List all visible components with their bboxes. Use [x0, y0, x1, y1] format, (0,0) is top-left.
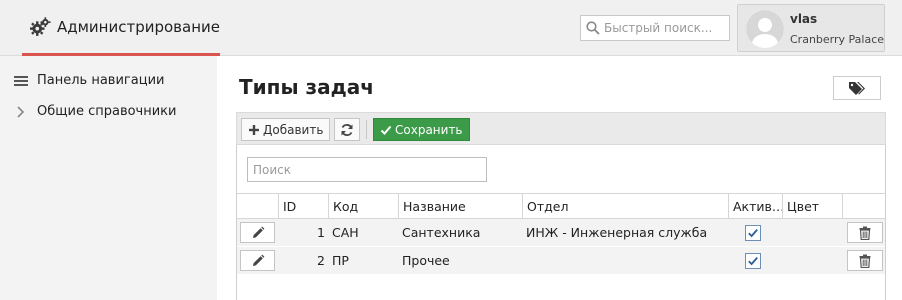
column-header-department[interactable]: Отдел: [522, 194, 728, 218]
cell-color: [786, 247, 842, 274]
column-header-color[interactable]: Цвет: [782, 194, 842, 218]
cell-id: 1: [317, 225, 325, 240]
column-header-actions: [237, 194, 278, 218]
cell-department: ИНЖ - Инженерная служба: [526, 225, 708, 240]
gears-icon: [30, 16, 51, 36]
refresh-icon: [341, 123, 353, 136]
cell-id: 2: [317, 253, 325, 268]
app-brand[interactable]: Администрирование: [22, 0, 220, 56]
table-row: 2 ПР Прочее: [237, 247, 885, 275]
plus-icon: [249, 124, 259, 135]
add-button-label: Добавить: [263, 122, 324, 137]
trash-icon: [859, 226, 871, 240]
grid-header: ID Код Название Отдел Актив… Цвет: [237, 193, 885, 219]
column-header-id[interactable]: ID: [278, 194, 328, 218]
user-menu[interactable]: vlas Cranberry Palace: [737, 4, 885, 52]
column-header-code[interactable]: Код: [328, 194, 398, 218]
search-icon: [586, 21, 600, 35]
column-header-delete: [842, 194, 885, 218]
save-button[interactable]: Сохранить: [373, 118, 470, 141]
menu-icon: [14, 75, 28, 86]
table-row: 1 САН Сантехника ИНЖ - Инженерная служба: [237, 219, 885, 247]
trash-icon: [859, 254, 871, 268]
toolbar-divider: [366, 120, 367, 139]
save-button-label: Сохранить: [395, 122, 463, 137]
column-header-active[interactable]: Актив…: [728, 194, 782, 218]
grid-toolbar: Добавить Сохранить: [236, 112, 886, 145]
sidebar-item-navigation-panel[interactable]: Панель навигации: [14, 73, 164, 88]
tags-icon: [849, 82, 865, 95]
edit-row-button[interactable]: [240, 222, 275, 243]
cell-department: [526, 247, 728, 274]
cell-name: Сантехника: [402, 225, 481, 240]
check-icon: [380, 125, 392, 135]
quick-search-input[interactable]: [604, 21, 728, 35]
top-bar: Администрирование vlas Cranberry Palace: [0, 0, 902, 56]
active-checkbox[interactable]: [745, 225, 761, 241]
sidebar-item-label: Общие справочники: [37, 104, 177, 119]
delete-row-button[interactable]: [847, 222, 883, 243]
sidebar-item-general-directories[interactable]: Общие справочники: [14, 104, 176, 119]
user-name: vlas: [790, 12, 818, 26]
refresh-button[interactable]: [334, 118, 360, 141]
tags-button[interactable]: [833, 76, 881, 100]
checkmark-icon: [748, 229, 758, 238]
cell-name: Прочее: [402, 253, 450, 268]
avatar: [746, 10, 784, 48]
delete-row-button[interactable]: [847, 250, 883, 271]
quick-search[interactable]: [580, 15, 730, 41]
app-title: Администрирование: [56, 17, 220, 36]
page-title: Типы задач: [239, 75, 375, 99]
user-organization: Cranberry Palace: [790, 33, 885, 46]
pencil-icon: [252, 226, 264, 238]
cell-code: САН: [332, 225, 359, 240]
sidebar-item-label: Панель навигации: [37, 73, 165, 88]
task-types-grid: ID Код Название Отдел Актив… Цвет 1 САН …: [236, 145, 886, 300]
pencil-icon: [252, 254, 264, 266]
cell-code: ПР: [332, 253, 349, 268]
cell-color: [786, 219, 842, 246]
edit-row-button[interactable]: [240, 250, 275, 271]
user-icon: [746, 10, 784, 48]
chevron-right-icon: [17, 105, 25, 118]
sidebar: Панель навигации Общие справочники: [0, 56, 217, 300]
grid-search-input[interactable]: [247, 157, 487, 182]
active-checkbox[interactable]: [745, 253, 761, 269]
checkmark-icon: [748, 257, 758, 266]
add-button[interactable]: Добавить: [241, 118, 331, 141]
column-header-name[interactable]: Название: [398, 194, 522, 218]
